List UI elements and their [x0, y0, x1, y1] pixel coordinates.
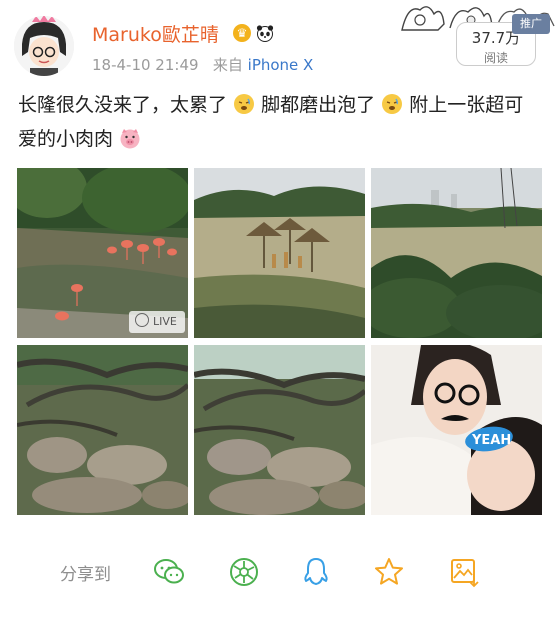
avatar[interactable]	[14, 16, 74, 76]
post-time: 18-4-10 21:49	[92, 56, 199, 74]
photo-trees-2[interactable]	[194, 345, 365, 515]
photo-grid: LIVE YEAH	[17, 168, 543, 516]
save-image-icon[interactable]	[448, 556, 480, 588]
wechat-icon[interactable]	[153, 556, 185, 588]
post-text: 长隆很久没来了，太累了 脚都磨出泡了 附上一张超可爱的小肉肉	[18, 88, 538, 156]
post-source[interactable]: iPhone X	[248, 56, 314, 74]
username[interactable]: Maruko歐芷晴	[92, 20, 219, 47]
panda-icon	[256, 25, 274, 42]
live-photo-icon	[135, 313, 149, 327]
yeah-sticker: YEAH	[471, 433, 511, 448]
qq-icon[interactable]	[300, 556, 332, 588]
post-text-part: 长隆很久没来了，太累了	[18, 94, 228, 116]
photo-trees-1[interactable]	[17, 345, 188, 515]
photo-savanna[interactable]	[194, 168, 365, 338]
live-photo-badge: LIVE	[129, 311, 185, 333]
photo-selfie[interactable]: YEAH	[371, 345, 542, 515]
live-label: LIVE	[153, 315, 177, 328]
photo-forest[interactable]	[371, 168, 542, 338]
photo-flamingo[interactable]: LIVE	[17, 168, 188, 338]
share-bar: 分享到	[0, 550, 557, 594]
share-label: 分享到	[60, 565, 111, 585]
moments-icon[interactable]	[228, 556, 260, 588]
source-prefix: 来自	[212, 56, 243, 74]
favorite-star-icon[interactable]	[373, 556, 405, 588]
promoted-tag[interactable]: 推广	[512, 14, 550, 34]
tired-face-icon	[382, 94, 403, 114]
read-count-label: 阅读	[483, 51, 508, 65]
post-text-part: 脚都磨出泡了	[261, 94, 376, 116]
crown-badge-icon: ♛	[233, 24, 251, 42]
pig-face-icon	[120, 129, 140, 149]
post-meta: 18-4-10 21:49 来自 iPhone X	[92, 54, 313, 75]
tired-face-icon	[234, 94, 255, 114]
